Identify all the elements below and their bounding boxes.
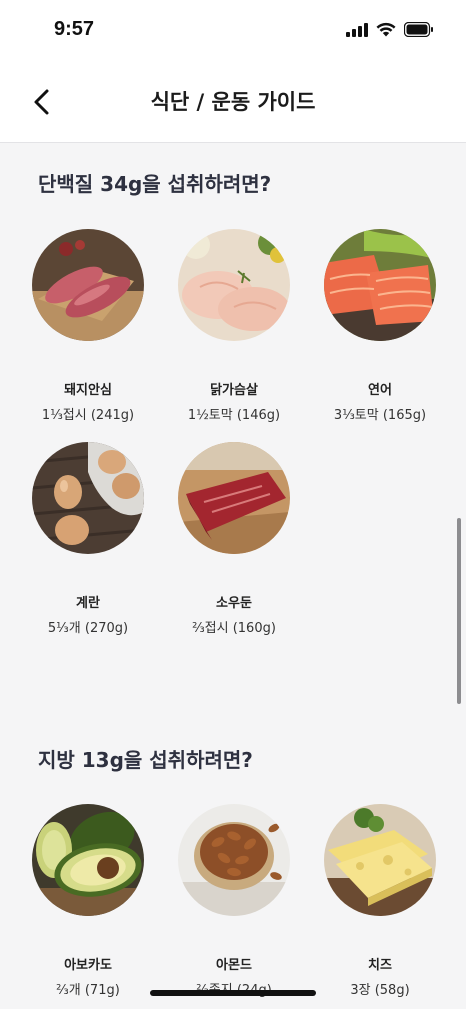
- food-amount: 5⅓개 (270g): [47, 621, 129, 636]
- chicken-breast-image: [178, 229, 290, 341]
- pork-tenderloin-image: [32, 229, 144, 341]
- cellular-signal-icon: [346, 22, 368, 37]
- food-item-pork-tenderloin: 돼지안심 1⅓접시 (241g): [15, 229, 161, 423]
- wifi-icon: [376, 22, 396, 37]
- food-name: 아몬드: [216, 958, 252, 973]
- food-name: 닭가슴살: [210, 383, 258, 398]
- status-time: 9:57: [54, 18, 95, 40]
- food-name: 아보카도: [64, 958, 112, 973]
- food-item-almonds: 아몬드 ⅔종지 (24g): [161, 804, 307, 998]
- food-name: 소우둔: [216, 596, 252, 611]
- food-amount: 1⅓접시 (241g): [41, 408, 135, 423]
- nav-bar: 식단 / 운동 가이드: [0, 62, 466, 143]
- food-item-avocado: 아보카도 ⅔개 (71g): [15, 804, 161, 998]
- food-item-salmon: 연어 3⅓토막 (165g): [307, 229, 453, 423]
- food-name: 연어: [368, 383, 392, 398]
- page-title: 식단 / 운동 가이드: [150, 90, 316, 114]
- food-amount: 1½토막 (146g): [187, 408, 281, 423]
- food-item-cheese: 치즈 3장 (58g): [307, 804, 453, 998]
- status-bar: 9:57: [0, 0, 466, 62]
- eggs-image: [32, 442, 144, 554]
- protein-section-title: 단백질 34g을 섭취하려면?: [38, 172, 272, 196]
- salmon-image: [324, 229, 436, 341]
- home-indicator[interactable]: [150, 990, 316, 996]
- food-amount: ⅔개 (71g): [56, 983, 120, 998]
- avocado-image: [32, 804, 144, 916]
- food-name: 계란: [76, 596, 100, 611]
- food-item-beef-round: 소우둔 ⅔접시 (160g): [161, 442, 307, 636]
- beef-round-image: [178, 442, 290, 554]
- battery-icon: [404, 22, 433, 37]
- food-amount: 3장 (58g): [350, 983, 410, 998]
- food-amount: ⅔접시 (160g): [192, 621, 276, 636]
- food-name: 돼지안심: [64, 383, 112, 398]
- fat-section-title: 지방 13g을 섭취하려면?: [38, 748, 253, 772]
- cheese-image: [324, 804, 436, 916]
- food-amount: 3⅓토막 (165g): [333, 408, 427, 423]
- status-icons: [346, 22, 434, 37]
- food-item-chicken-breast: 닭가슴살 1½토막 (146g): [161, 229, 307, 423]
- food-name: 치즈: [368, 958, 392, 973]
- food-item-eggs: 계란 5⅓개 (270g): [15, 442, 161, 636]
- almonds-image: [178, 804, 290, 916]
- scrollbar[interactable]: [457, 518, 461, 704]
